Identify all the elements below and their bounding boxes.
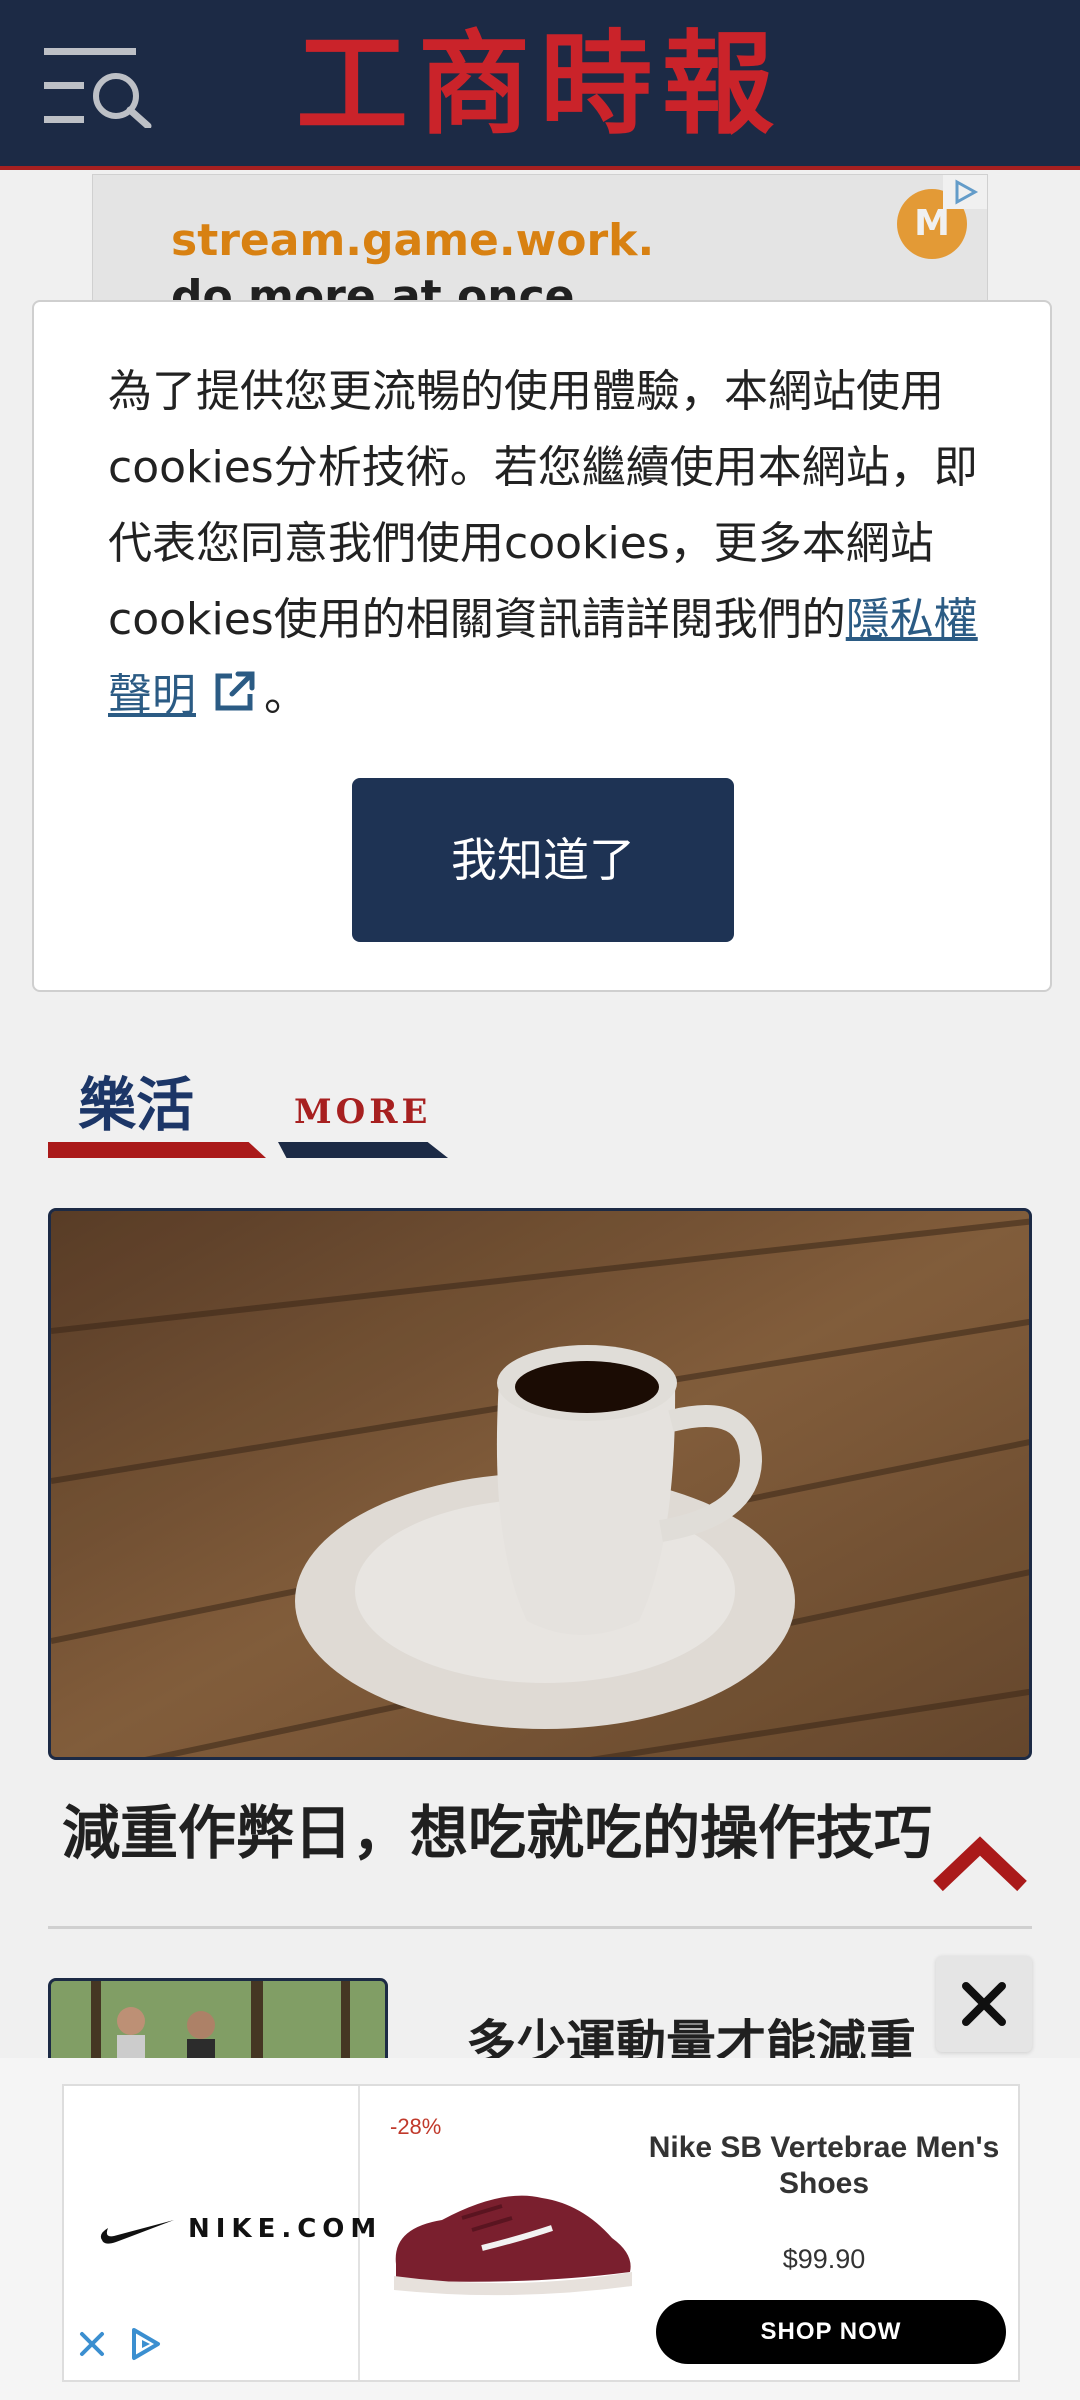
ad-brand-name: NIKE.COM (188, 2214, 383, 2244)
cookie-message-end: 。 (264, 670, 308, 721)
external-link-icon[interactable] (210, 664, 258, 740)
close-icon[interactable] (72, 2324, 112, 2364)
shop-now-button[interactable]: SHOP NOW (656, 2300, 1006, 2364)
discount-badge: -28% (390, 2114, 442, 2139)
nike-swoosh-icon (100, 2216, 176, 2246)
cookie-consent-dialog: 為了提供您更流暢的使用體驗，本網站使用cookies分析技術。若您繼續使用本網站… (32, 300, 1052, 992)
cookie-message: 為了提供您更流暢的使用體驗，本網站使用cookies分析技術。若您繼續使用本網站… (108, 354, 1008, 740)
adchoices-icon[interactable] (120, 2320, 168, 2368)
bottom-ad[interactable]: NIKE.COM -28% Nike SB Vertebrae Men's Sh… (62, 2084, 1020, 2382)
product-price: $99.90 (782, 2244, 866, 2274)
product-name[interactable]: Nike SB Vertebrae Men's Shoes (644, 2130, 1004, 2202)
shoe-image[interactable] (382, 2168, 642, 2308)
accept-cookies-button[interactable]: 我知道了 (352, 778, 734, 942)
